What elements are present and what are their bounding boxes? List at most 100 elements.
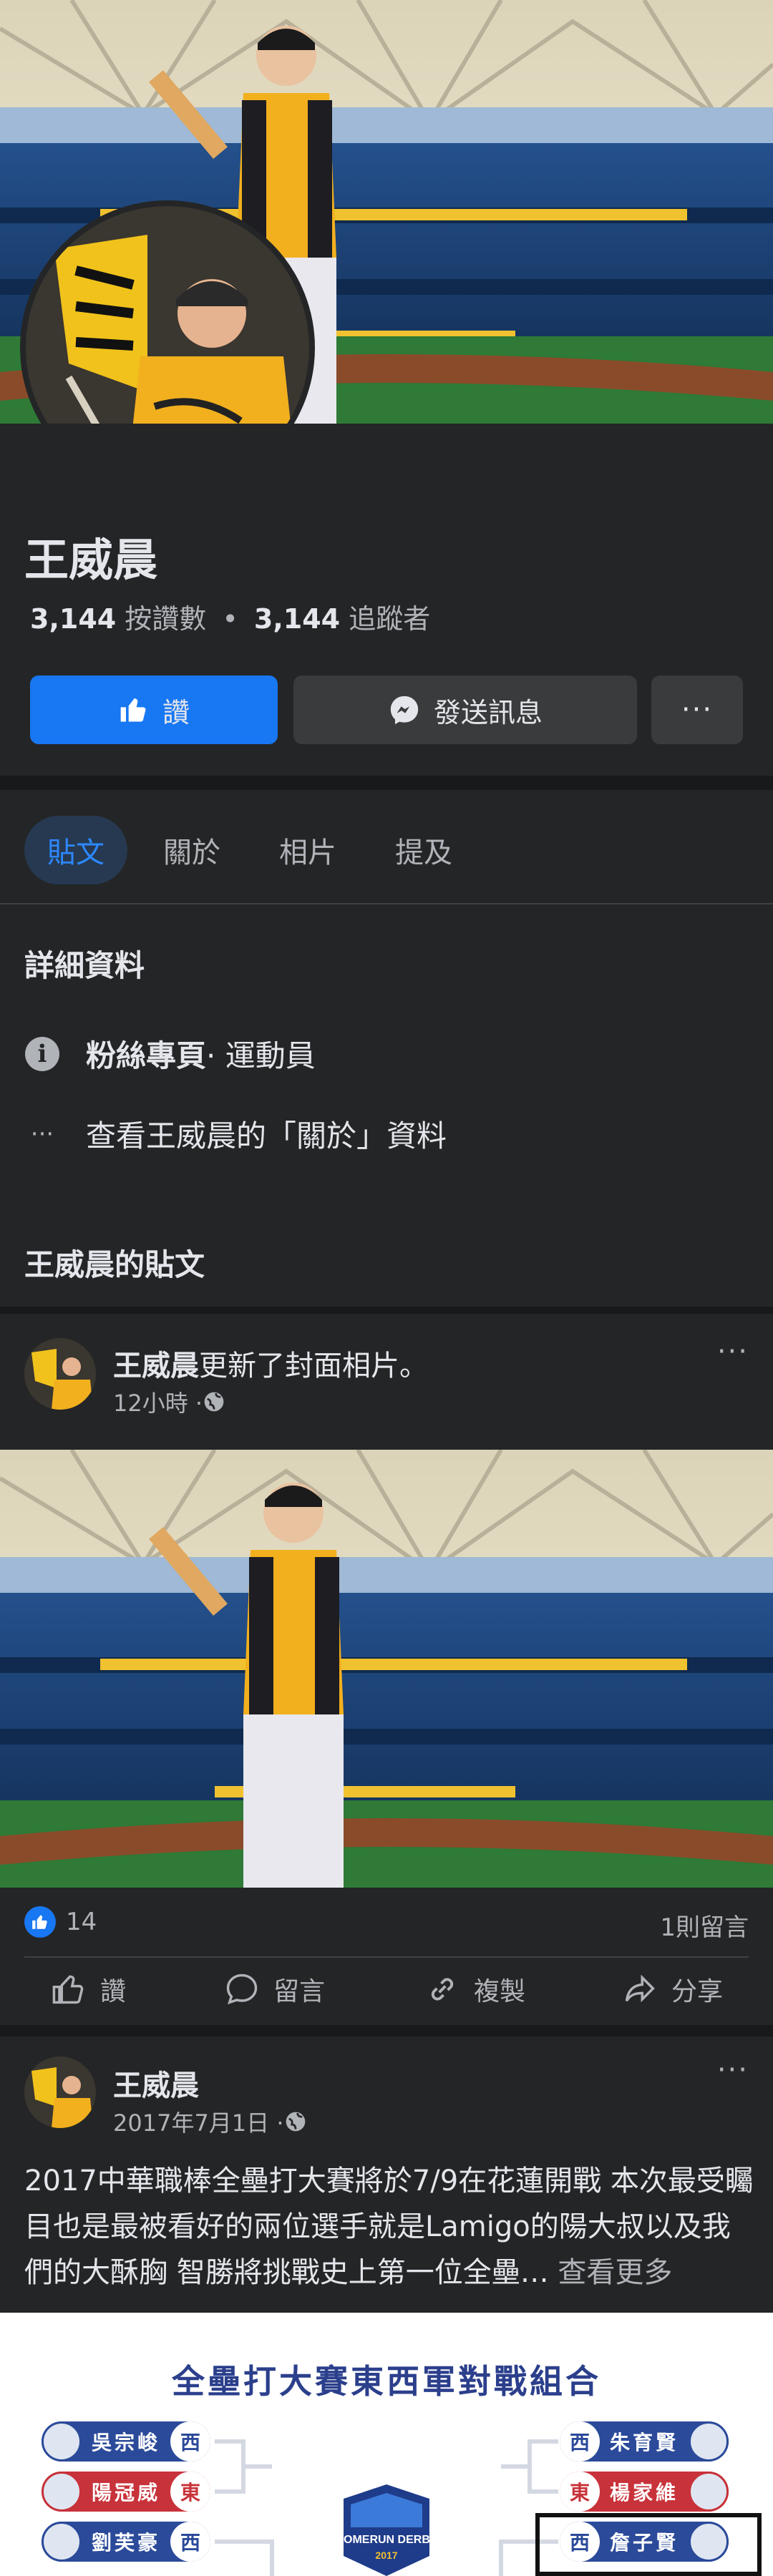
post-options-icon[interactable]: ··· — [717, 1335, 749, 1368]
share-action[interactable]: 分享 — [621, 1971, 723, 2008]
like-button-label: 讚 — [162, 696, 190, 728]
tab-mentions[interactable]: 提及 — [372, 816, 475, 884]
comment-action-label: 留言 — [273, 1977, 326, 2006]
reaction-summary[interactable]: 14 — [24, 1906, 97, 1938]
post-graphic[interactable]: 全壘打大賽東西軍對戰組合 HOMERUN DERBY 2017 吳宗峻 西 陽冠… — [0, 2313, 773, 2576]
post-options-icon[interactable]: ··· — [717, 2054, 749, 2087]
details-section: 詳細資料 i 粉絲專頁 · 運動員 ··· 查看王威晨的「關於」資料 王威晨的貼… — [0, 904, 773, 1307]
ellipsis-icon: ··· — [30, 1119, 54, 1148]
globe-icon — [286, 2112, 305, 2132]
followers-label: 追蹤者 — [349, 603, 431, 635]
messenger-icon — [390, 696, 419, 725]
category-strong: 粉絲專頁 — [86, 1038, 207, 1073]
player-name: 詹子賢 — [610, 2531, 679, 2555]
post-author-line: 王威晨 — [113, 2062, 199, 2104]
player-face-icon — [689, 2472, 729, 2512]
followers-count: 3,144 — [253, 603, 341, 635]
page-title: 王威晨 — [24, 534, 158, 586]
share-action-label: 分享 — [671, 1977, 724, 2006]
comment-action[interactable]: 留言 — [223, 1971, 325, 2008]
thumbs-up-icon — [52, 1975, 84, 2004]
player-name: 劉芙豪 — [92, 2531, 161, 2555]
player-pill: 吳宗峻 西 — [42, 2421, 211, 2462]
post-photo[interactable] — [0, 1450, 773, 1888]
see-about-label: 查看王威晨的「關於」資料 — [86, 1118, 447, 1153]
post-author-name[interactable]: 王威晨 — [113, 1350, 199, 1382]
page-header: 王威晨 3,144 按讚數 • 3,144 追蹤者 讚 發送訊息 ··· — [0, 424, 773, 776]
like-action-label: 讚 — [100, 1977, 127, 2006]
player-face-icon — [689, 2522, 729, 2562]
page-category-row: i 粉絲專頁 · 運動員 — [24, 1032, 316, 1075]
player-face-icon — [689, 2421, 729, 2462]
team-badge: 西 — [560, 2421, 600, 2462]
tab-posts[interactable]: 貼文 — [24, 816, 127, 884]
player-name: 楊家維 — [610, 2481, 679, 2504]
link-icon — [431, 1978, 454, 2001]
player-name: 朱育賢 — [610, 2431, 679, 2454]
reaction-count: 14 — [66, 1908, 97, 1936]
homerun-derby-logo — [344, 2484, 429, 2576]
post-author-line: 王威晨更新了封面相片。 — [113, 1342, 428, 1384]
info-icon: i — [25, 1036, 59, 1071]
page-stats: 3,144 按讚數 • 3,144 追蹤者 — [30, 597, 430, 636]
stats-dot: • — [222, 603, 238, 635]
profile-image — [26, 206, 309, 424]
logo-text: HOMERUN DERBY — [335, 2534, 437, 2546]
post-meta: 2017年7月1日 · — [113, 2105, 307, 2138]
more-options-button[interactable]: ··· — [651, 675, 743, 744]
player-pill: 劉芙豪 西 — [42, 2522, 211, 2562]
more-dots-icon: ··· — [681, 693, 714, 726]
player-pill: 陽冠威 東 — [42, 2472, 211, 2512]
avatar-image — [24, 2057, 96, 2128]
player-face-icon — [42, 2522, 82, 2562]
copy-action-label: 複製 — [474, 1977, 526, 2006]
player-name: 吳宗峻 — [92, 2431, 161, 2454]
like-reaction-icon — [24, 1906, 56, 1938]
like-page-button[interactable]: 讚 — [30, 675, 278, 744]
team-badge: 東 — [170, 2472, 211, 2512]
team-badge: 西 — [560, 2522, 600, 2562]
tab-bar: 貼文 關於 相片 提及 — [0, 790, 773, 904]
thumbs-up-icon — [120, 698, 146, 722]
team-badge: 東 — [560, 2472, 600, 2512]
post-avatar[interactable] — [24, 2057, 96, 2128]
player-pill: 西 詹子賢 — [560, 2522, 729, 2562]
tab-about[interactable]: 關於 — [140, 816, 243, 884]
likes-count: 3,144 — [30, 603, 117, 635]
see-about-link[interactable]: ··· 查看王威晨的「關於」資料 — [24, 1112, 447, 1156]
share-icon — [625, 1974, 655, 2003]
posts-section-title: 王威晨的貼文 — [24, 1247, 205, 1282]
logo-year: 2017 — [375, 2550, 397, 2561]
player-face-icon — [42, 2472, 82, 2512]
action-bar-divider — [24, 1956, 749, 1958]
cover-photo[interactable] — [0, 0, 773, 424]
message-button-label: 發送訊息 — [433, 696, 543, 728]
comment-count[interactable]: 1則留言 — [660, 1908, 749, 1943]
send-message-button[interactable]: 發送訊息 — [293, 675, 637, 744]
avatar-image — [24, 1338, 96, 1410]
post-avatar[interactable] — [24, 1338, 96, 1410]
player-name: 陽冠威 — [92, 2481, 161, 2504]
post-image — [0, 1450, 773, 1888]
post-time[interactable]: 2017年7月1日 · — [113, 2105, 284, 2138]
like-action[interactable]: 讚 — [50, 1971, 126, 2008]
globe-icon — [204, 1392, 224, 1412]
team-badge: 西 — [170, 2522, 211, 2562]
post-action-text: 更新了封面相片。 — [199, 1350, 428, 1382]
tab-photos[interactable]: 相片 — [256, 816, 359, 884]
see-more-link[interactable]: 查看更多 — [549, 2256, 672, 2289]
post-cover-update: 王威晨更新了封面相片。 12小時 · ··· 14 1則留言 讚 留言 複製 分… — [0, 1314, 773, 2025]
player-face-icon — [42, 2421, 82, 2462]
post-text: 2017中華職棒全壘打大賽將於7/9在花蓮開戰 本次最受矚目也是最被看好的兩位選… — [24, 2158, 754, 2296]
post-time[interactable]: 12小時 · — [113, 1385, 203, 1418]
player-pill: 東 楊家維 — [560, 2472, 729, 2512]
post-meta: 12小時 · — [113, 1385, 225, 1418]
copy-action[interactable]: 複製 — [424, 1971, 525, 2008]
post-author-name[interactable]: 王威晨 — [113, 2069, 199, 2102]
team-badge: 西 — [170, 2421, 211, 2462]
player-pill: 西 朱育賢 — [560, 2421, 729, 2462]
likes-label: 按讚數 — [125, 603, 207, 635]
category-text: · 運動員 — [206, 1038, 316, 1073]
comment-icon — [226, 1974, 258, 2005]
details-title: 詳細資料 — [24, 948, 145, 983]
